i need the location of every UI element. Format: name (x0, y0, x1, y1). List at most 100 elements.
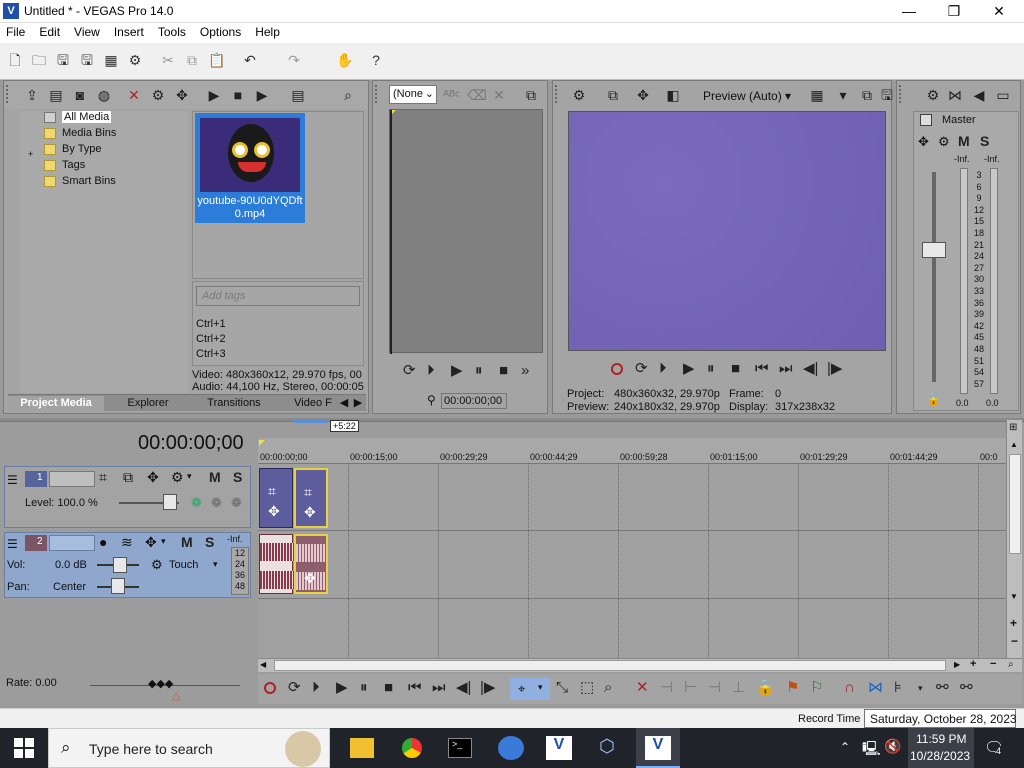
downmix-icon[interactable]: ⋈ (947, 87, 963, 103)
event-fx-icon[interactable]: ✥ (304, 504, 316, 521)
scroll-left-icon[interactable]: ◀ (260, 660, 266, 669)
expand-toggle[interactable]: + (28, 149, 33, 159)
go-to-start-icon[interactable]: ⏮ (408, 680, 422, 696)
split-icon[interactable]: ⊥ (732, 680, 745, 696)
vegas-active-taskbar-item[interactable]: V (636, 728, 680, 768)
stop-preview-icon[interactable]: ■ (230, 87, 246, 103)
selection-tool-icon[interactable]: ⬚ (580, 680, 594, 696)
menu-insert[interactable]: Insert (107, 23, 151, 39)
mixer-properties-icon[interactable]: ⚙ (925, 87, 941, 103)
trimmer-stop-icon[interactable]: ■ (499, 363, 508, 379)
crop-icon[interactable]: ⌗ (304, 484, 312, 501)
master-fader-handle[interactable] (922, 242, 946, 258)
search-icon[interactable]: ⌕ (340, 87, 356, 103)
help-icon[interactable]: ? (368, 52, 384, 68)
spell-check-icon[interactable]: ᴬᴮᶜ (443, 87, 460, 103)
compositing-child-icon[interactable]: ❁ (231, 495, 242, 511)
insert-bus-icon[interactable]: ▭ (995, 87, 1011, 103)
trimmer-pause-icon[interactable]: ⏸ (475, 363, 483, 379)
vegas-taskbar-icon[interactable]: V (546, 736, 572, 760)
lock-event-icon[interactable]: 🔒 (756, 680, 775, 696)
panel-grip[interactable] (899, 85, 905, 103)
media-thumbnail[interactable]: youtube-90U0dYQDft0.mp4 (195, 113, 305, 223)
minimize-button[interactable]: — (886, 0, 932, 23)
play-from-start-icon[interactable]: ⏵ (312, 680, 320, 696)
track-collapse-icon[interactable]: ☰ (7, 537, 18, 551)
audio-mute-button[interactable]: M (181, 534, 193, 550)
vol-slider-handle[interactable] (113, 557, 127, 573)
trimmer-more-icon[interactable]: » (521, 363, 529, 379)
menu-view[interactable]: View (67, 23, 107, 39)
next-frame-icon[interactable]: |▶ (480, 680, 495, 696)
track-composite-icon[interactable]: ⧉ (123, 469, 133, 486)
chevron-down-icon[interactable]: ▾ (213, 559, 218, 570)
menu-help[interactable]: Help (248, 23, 287, 39)
trimmer-loop-icon[interactable]: ⟳ (403, 363, 416, 379)
track-fx-icon[interactable]: ≋ (121, 534, 133, 551)
pause-icon[interactable]: ⏸ (360, 680, 368, 696)
audio-event-selected[interactable]: ✥ (294, 534, 328, 594)
envelope-tool-icon[interactable]: ⤡ (556, 680, 568, 696)
audio-solo-button[interactable]: S (205, 534, 214, 550)
video-event[interactable]: ⌗ ✥ (259, 468, 293, 528)
save-snapshot-icon[interactable]: 🖫 (879, 87, 895, 103)
copy-icon[interactable]: ⧉ (184, 52, 200, 68)
timeline-horizontal-scrollbar[interactable]: ◀ ▶ + − ⌕ (258, 658, 1022, 672)
video-mute-button[interactable]: M (209, 469, 221, 485)
pan-slider-handle[interactable] (111, 578, 125, 594)
scroll-up-icon[interactable]: ▲ (1010, 440, 1018, 449)
touch-automation-icon[interactable]: ⚙ (151, 557, 163, 573)
remove-media-icon[interactable]: ✕ (126, 87, 142, 103)
tab-video-fx[interactable]: Video F (290, 396, 336, 411)
compositing-mode-icon[interactable]: ❁ (191, 495, 202, 511)
audio-track-header[interactable]: ☰ 2 ● ≋ ✥ ▾ M S -Inf. 12 24 36 48 Vol: 0… (4, 532, 251, 598)
video-track-header[interactable]: ☰ 1 ⌗ ⧉ ✥ ⚙ ▾ M S Level: 100.0 % ❁ ❁ ❁ (4, 466, 251, 528)
automation-mode[interactable]: Touch (169, 559, 198, 571)
redo-icon[interactable]: ↷ (286, 52, 302, 68)
chevron-down-icon[interactable]: ▾ (187, 471, 192, 482)
external-monitor-icon[interactable]: ⧉ (605, 87, 621, 103)
auto-crossfade-icon[interactable]: ⋈ (868, 680, 883, 696)
rate-slider-handle[interactable]: ◆◆◆ (148, 677, 173, 690)
master-mute-button[interactable]: M (958, 133, 970, 149)
notifications-icon[interactable]: 🗨 (984, 738, 1004, 758)
ignore-grouping-icon[interactable]: ⚯ (960, 680, 973, 696)
preview-properties-icon[interactable]: ⚙ (571, 87, 587, 103)
get-media-icon[interactable]: ◙ (72, 87, 88, 103)
save-icon[interactable]: 🖫 (55, 52, 71, 68)
paste-icon[interactable]: 📋 (208, 52, 225, 68)
timeline-vertical-scrollbar[interactable]: ⊞ ▲ ▼ + − (1006, 420, 1022, 672)
normal-edit-tool[interactable]: ⌖ ▾ (510, 678, 550, 700)
track-settings-icon[interactable]: ⚙ (171, 469, 184, 486)
master-solo-button[interactable]: S (980, 133, 989, 149)
menu-edit[interactable]: Edit (32, 23, 67, 39)
game-app-icon[interactable] (498, 736, 524, 760)
clear-icon[interactable]: ⌫ (467, 87, 487, 103)
track-list-icon[interactable]: ⊞ (1009, 422, 1017, 433)
cursor-marker[interactable] (259, 440, 265, 446)
media-fx-icon[interactable]: ✥ (174, 87, 190, 103)
chevron-down-icon[interactable]: ▾ (161, 536, 166, 547)
chevron-down-icon[interactable]: ▾ (835, 87, 851, 103)
previous-frame-icon[interactable]: ◀| (803, 361, 818, 377)
tab-project-media[interactable]: Project Media (8, 396, 104, 411)
trim-icon[interactable]: ⊣ (660, 680, 673, 696)
lock-icon[interactable]: 🔒 (926, 392, 941, 406)
preview-quality-dropdown[interactable]: Preview (Auto) ▾ (703, 89, 791, 103)
audio-track-name-input[interactable] (49, 535, 95, 551)
preview-fx-icon[interactable]: ✥ (635, 87, 651, 103)
event-fx-icon[interactable]: ✥ (268, 503, 280, 520)
close-button[interactable]: ✕ (976, 0, 1022, 23)
trim-end-icon[interactable]: ⊣ (708, 680, 721, 696)
dim-output-icon[interactable]: ◀ (971, 87, 987, 103)
zoom-in-horizontal-icon[interactable]: + (970, 658, 976, 670)
clock[interactable]: 11:59 PM 10/28/2023 (908, 728, 974, 768)
play-icon[interactable]: ▶ (336, 680, 348, 696)
tab-scroll-right-icon[interactable]: ▶ (352, 396, 364, 411)
menu-file[interactable]: File (0, 23, 32, 39)
search-highlight-image[interactable] (285, 731, 321, 767)
trimmer-play-from-start-icon[interactable]: ⏵ (427, 363, 435, 379)
track-collapse-icon[interactable]: ☰ (7, 473, 18, 487)
file-explorer-icon[interactable] (350, 738, 374, 758)
previous-frame-icon[interactable]: ◀| (456, 680, 471, 696)
